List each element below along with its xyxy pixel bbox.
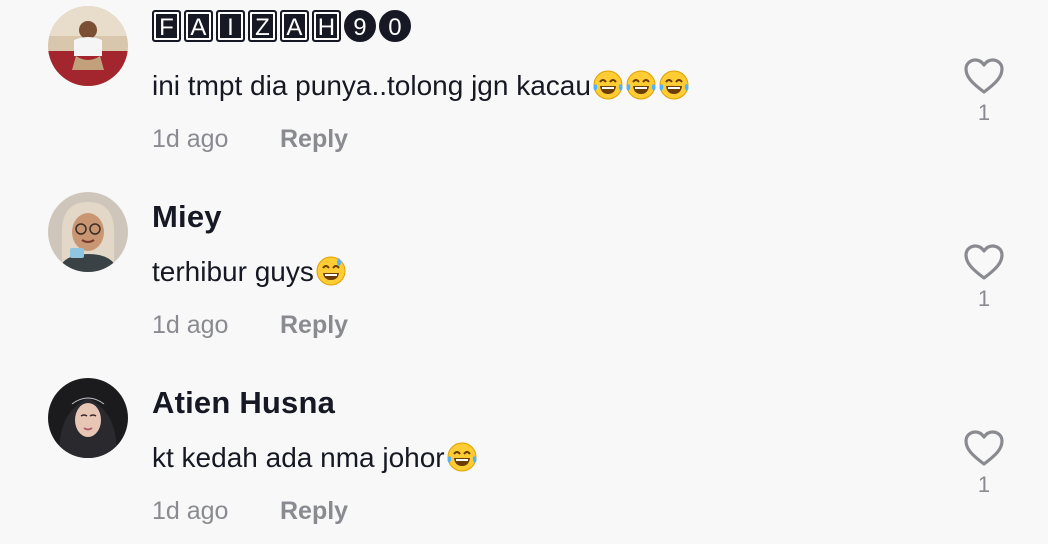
comment-body: kt kedah ada nma johor xyxy=(152,442,445,473)
like-count: 1 xyxy=(977,472,991,497)
username-glyph: A xyxy=(280,10,309,42)
sweat-smile-emoji xyxy=(315,255,347,287)
comment-time: 1d ago xyxy=(152,497,229,525)
heart-icon[interactable] xyxy=(962,242,1006,282)
username-glyph: H xyxy=(312,10,341,42)
avatar[interactable] xyxy=(48,378,128,458)
comment-text: kt kedah ada nma johor xyxy=(152,440,478,476)
comment-list: FAIZAH90 ini tmpt dia punya..tolong jgn … xyxy=(0,0,1048,544)
username-glyph: 0 xyxy=(379,10,411,42)
comment-time: 1d ago xyxy=(152,125,229,153)
comment-item: FAIZAH90 ini tmpt dia punya..tolong jgn … xyxy=(0,0,1048,186)
comment-text: terhibur guys xyxy=(152,254,347,290)
username-glyph: Z xyxy=(248,10,277,42)
avatar[interactable] xyxy=(48,192,128,272)
reply-button[interactable]: Reply xyxy=(280,308,348,342)
comment-text: ini tmpt dia punya..tolong jgn kacau xyxy=(152,68,690,104)
joy-emoji xyxy=(625,69,657,101)
joy-emoji xyxy=(592,69,624,101)
reply-button[interactable]: Reply xyxy=(280,494,348,528)
comment-time: 1d ago xyxy=(152,311,229,339)
username-glyph: I xyxy=(216,10,245,42)
heart-icon[interactable] xyxy=(962,428,1006,468)
username[interactable]: Miey xyxy=(152,198,222,236)
username-glyph: 9 xyxy=(344,10,376,42)
username-glyph: A xyxy=(184,10,213,42)
comment-body: ini tmpt dia punya..tolong jgn kacau xyxy=(152,70,591,101)
joy-emoji xyxy=(446,441,478,473)
reply-button[interactable]: Reply xyxy=(280,122,348,156)
comment-item: Atien Husna kt kedah ada nma johor 1d ag… xyxy=(0,372,1048,544)
heart-icon[interactable] xyxy=(962,56,1006,96)
username[interactable]: Atien Husna xyxy=(152,384,335,422)
username[interactable]: FAIZAH90 xyxy=(152,10,411,42)
username-glyph: F xyxy=(152,10,181,42)
avatar[interactable] xyxy=(48,6,128,86)
like-control: 1 xyxy=(962,242,1006,312)
like-count: 1 xyxy=(977,286,991,311)
comment-item: Miey terhibur guys 1d ago Reply 1 xyxy=(0,186,1048,372)
comment-body: terhibur guys xyxy=(152,256,314,287)
like-count: 1 xyxy=(977,100,991,125)
joy-emoji xyxy=(658,69,690,101)
like-control: 1 xyxy=(962,428,1006,498)
like-control: 1 xyxy=(962,56,1006,126)
